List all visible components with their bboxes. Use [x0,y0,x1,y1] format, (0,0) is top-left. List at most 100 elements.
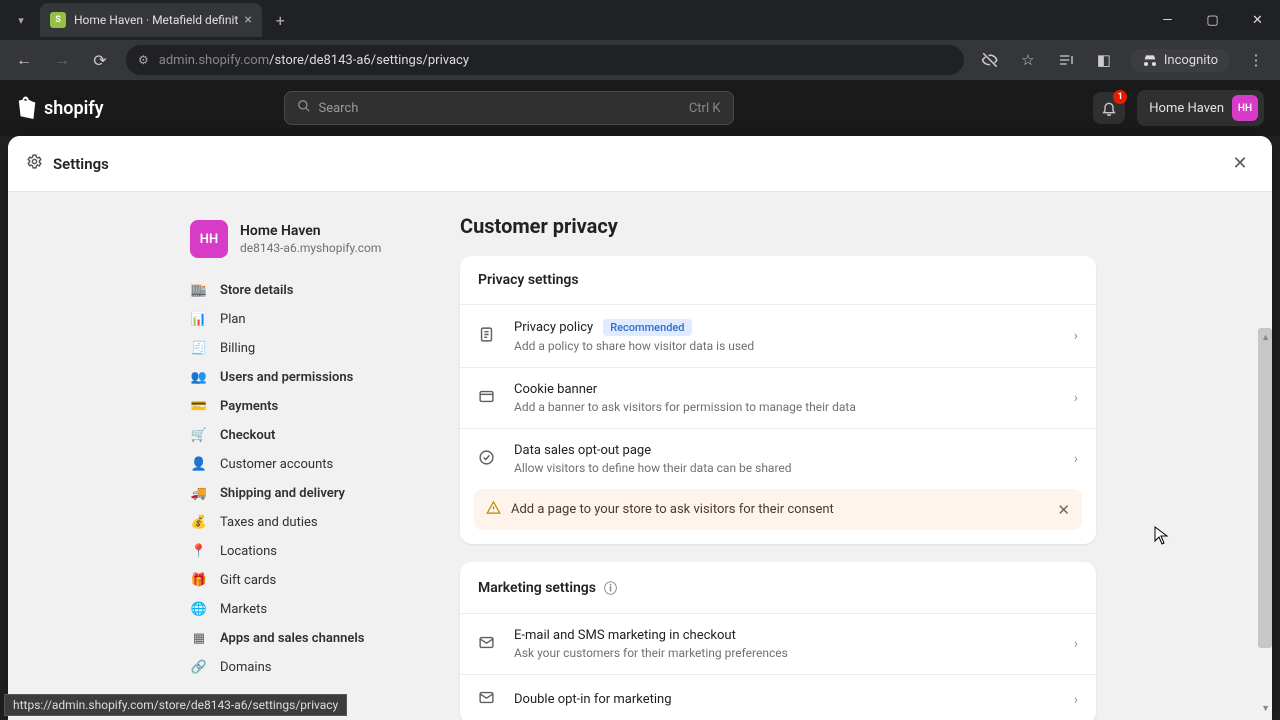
sidebar-item-users-and-permissions[interactable]: 👥 Users and permissions [180,363,426,392]
media-icon[interactable] [1050,44,1082,76]
search-shortcut: Ctrl K [689,101,721,116]
chevron-right-icon: › [1074,390,1078,406]
sidebar-item-shipping-and-delivery[interactable]: 🚚 Shipping and delivery [180,479,426,508]
nav-label: Shipping and delivery [220,486,345,501]
row-subtitle: Add a policy to share how visitor data i… [514,339,1074,353]
nav-label: Gift cards [220,573,276,588]
gear-icon [26,153,43,174]
card-header: Marketing settings ⓘ [460,562,1096,613]
address-bar[interactable]: ⚙ admin.shopify.com/store/de8143-a6/sett… [126,45,964,75]
nav-label: Locations [220,544,277,559]
favicon-icon: S [50,12,66,28]
settings-row[interactable]: Data sales opt-out page Allow visitors t… [460,428,1096,489]
shopify-logo[interactable]: shopify [16,96,104,120]
info-icon[interactable]: ⓘ [604,578,617,597]
tab-close-icon[interactable]: × [244,12,251,28]
nav-label: Checkout [220,428,275,443]
sidebar-item-checkout[interactable]: 🛒 Checkout [180,421,426,450]
tab-dropdown[interactable]: ▾ [4,4,38,36]
row-icon [478,449,500,470]
consent-banner: Add a page to your store to ask visitors… [474,489,1082,530]
sidebar-item-billing[interactable]: 🧾Billing [180,334,426,363]
nav-icon: 🚚 [190,486,208,501]
shopify-bag-icon [16,96,38,120]
settings-row[interactable]: Double opt-in for marketing › [460,674,1096,720]
nav-label: Markets [220,602,267,617]
row-title: Privacy policy [514,320,593,335]
banner-close-icon[interactable]: ✕ [1057,501,1070,519]
nav-label: Customer accounts [220,457,333,472]
incognito-badge[interactable]: Incognito [1130,49,1230,72]
sidebar-item-domains[interactable]: 🔗 Domains [180,653,426,682]
settings-row[interactable]: Cookie banner Add a banner to ask visito… [460,367,1096,428]
nav-icon: 🛒 [190,428,208,443]
row-title: Cookie banner [514,382,597,397]
sidebar-item-plan[interactable]: 📊Plan [180,305,426,334]
bell-badge: 1 [1113,90,1127,104]
nav-icon: 👥 [190,370,208,385]
scroll-down-icon[interactable]: ▼ [1261,703,1270,714]
row-title: E-mail and SMS marketing in checkout [514,628,736,643]
window-maximize-button[interactable]: ▢ [1190,0,1235,40]
settings-row[interactable]: E-mail and SMS marketing in checkout Ask… [460,613,1096,674]
notifications-button[interactable]: 1 [1093,92,1125,124]
row-subtitle: Add a banner to ask visitors for permiss… [514,400,1074,414]
sidebar-item-apps-and-sales-channels[interactable]: ▦ Apps and sales channels [180,624,426,653]
sidebar-item-payments[interactable]: 💳Payments [180,392,426,421]
sidebar-item-customer-accounts[interactable]: 👤 Customer accounts [180,450,426,479]
bookmark-icon[interactable]: ☆ [1012,44,1044,76]
chevron-right-icon: › [1074,451,1078,467]
new-tab-button[interactable]: + [276,11,285,30]
settings-title: Settings [53,155,109,173]
url-tooltip: https://admin.shopify.com/store/de8143-a… [4,694,347,716]
site-info-icon[interactable]: ⚙ [138,53,149,67]
row-icon [478,689,500,710]
sidebar-item-store-details[interactable]: 🏬Store details [180,276,426,305]
window-minimize-button[interactable]: ― [1145,0,1190,40]
search-input[interactable]: Search Ctrl K [284,91,734,125]
store-card[interactable]: HH Home Haven de8143-a6.myshopify.com [180,212,426,266]
nav-icon: 🌐 [190,602,208,617]
avatar: HH [1232,95,1258,121]
chevron-right-icon: › [1074,328,1078,344]
back-button[interactable]: ← [8,44,40,76]
nav-label: Store details [220,283,293,298]
sidebar-item-markets[interactable]: 🌐 Markets [180,595,426,624]
search-icon [297,99,311,117]
row-icon [478,634,500,655]
nav-icon: 🎁 [190,573,208,588]
chevron-right-icon: › [1074,636,1078,652]
sidebar-item-taxes-and-duties[interactable]: 💰Taxes and duties [180,508,426,537]
sidebar-item-locations[interactable]: 📍 Locations [180,537,426,566]
nav-icon: 👤 [190,457,208,472]
reload-button[interactable]: ⟳ [84,44,116,76]
close-settings-button[interactable]: ✕ [1226,150,1254,178]
banner-text: Add a page to your store to ask visitors… [511,502,834,517]
sidebar-item-gift-cards[interactable]: 🎁 Gift cards [180,566,426,595]
sidepanel-icon[interactable]: ◧ [1088,44,1120,76]
nav-label: Apps and sales channels [220,631,364,646]
nav-icon: ▦ [190,631,208,646]
scroll-up-icon[interactable]: ▲ [1261,332,1270,343]
browser-tab[interactable]: S Home Haven · Metafield definit × [40,3,262,37]
nav-icon: 🔗 [190,660,208,675]
scrollbar[interactable] [1258,328,1272,648]
settings-row[interactable]: Privacy policyRecommended Add a policy t… [460,304,1096,367]
tab-title: Home Haven · Metafield definit [74,13,238,27]
url-text: admin.shopify.com/store/de8143-a6/settin… [159,53,469,68]
store-switcher[interactable]: Home Haven HH [1137,90,1264,126]
menu-icon[interactable]: ⋮ [1240,44,1272,76]
nav-label: Plan [220,312,246,327]
nav-label: Users and permissions [220,370,353,385]
store-avatar: HH [190,220,228,258]
store-domain: de8143-a6.myshopify.com [240,241,381,255]
forward-button[interactable]: → [46,44,78,76]
nav-icon: 💰 [190,515,208,530]
card-header: Privacy settings [460,256,1096,304]
privacy-settings-card: Privacy settings Privacy policyRecommend… [460,256,1096,544]
nav-icon: 📍 [190,544,208,559]
nav-label: Domains [220,660,271,675]
row-icon [478,326,500,347]
window-close-button[interactable]: ✕ [1235,0,1280,40]
eye-off-icon[interactable] [974,44,1006,76]
